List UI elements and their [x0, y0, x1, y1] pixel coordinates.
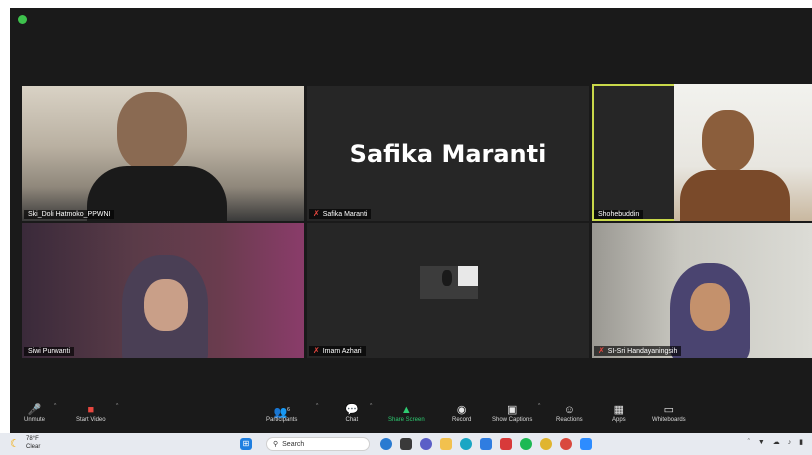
mic-muted-icon: ✗ [598, 346, 605, 355]
show-captions-button[interactable]: ▣ Show Captions [492, 404, 532, 423]
record-button[interactable]: ◉ Record [452, 404, 471, 423]
participant-nameplate: Ski_Doli Hatmoko_PPWNI [24, 210, 115, 219]
reactions-label: Reactions [556, 417, 583, 423]
chat-label: Chat [345, 417, 359, 423]
participant-nameplate: ✗ Safika Maranti [309, 209, 372, 219]
moon-weather-icon: ☾ [10, 438, 20, 450]
chat-button[interactable]: 💬 Chat [345, 404, 359, 423]
share-screen-icon: ▲ [400, 404, 412, 416]
participant-name: SI-Sri Handayaningsih [607, 347, 678, 355]
apps-icon: ▦ [613, 404, 625, 416]
chrome-profile-icon[interactable] [560, 438, 572, 450]
participant-name: Imam Azhari [322, 347, 362, 355]
whiteboards-label: Whiteboards [652, 417, 686, 423]
temperature-text: 78°F [26, 436, 39, 442]
weather-text: Clear [26, 444, 41, 450]
store-icon[interactable] [480, 438, 492, 450]
participant-figure [117, 92, 187, 172]
participant-face [690, 283, 730, 331]
participant-figure [702, 110, 754, 172]
video-off-icon: ■ [87, 404, 95, 416]
participant-name: Ski_Doli Hatmoko_PPWNI [28, 211, 111, 218]
share-screen-button[interactable]: ▲ Share Screen [388, 404, 425, 423]
participant-video-thumbnail [420, 266, 478, 299]
security-shield-icon[interactable] [18, 15, 27, 24]
spotify-icon[interactable] [520, 438, 532, 450]
meeting-toolbar: 🎤 Unmute ˆ ■ Start Video ˆ 👥6 Participan… [10, 401, 812, 433]
participant-name: Shohebuddin [598, 211, 640, 218]
captions-options-chevron-icon[interactable]: ˆ [538, 404, 540, 411]
edge-icon[interactable] [460, 438, 472, 450]
participants-options-chevron-icon[interactable]: ˆ [316, 404, 318, 411]
video-tile-2[interactable]: Safika Maranti ✗ Safika Maranti [307, 86, 589, 221]
captions-icon: ▣ [506, 404, 518, 416]
mic-muted-icon: ✗ [313, 209, 320, 218]
whiteboards-button[interactable]: ▭ Whiteboards [652, 404, 686, 423]
mcafee-icon[interactable] [500, 438, 512, 450]
chat-icon: 💬 [345, 404, 359, 416]
participant-name: Siwi Purwanti [28, 348, 71, 355]
apps-label: Apps [612, 417, 626, 423]
participant-shirt [680, 170, 790, 221]
start-video-button[interactable]: ■ Start Video [76, 404, 106, 423]
windows-start-icon[interactable]: ⊞ [240, 438, 252, 450]
share-screen-label: Share Screen [388, 417, 425, 423]
participant-face [144, 279, 188, 331]
participants-button[interactable]: 👥6 Participants [266, 404, 297, 423]
mic-muted-icon: ✗ [313, 346, 320, 355]
zoom-meeting-window: Ski_Doli Hatmoko_PPWNI Safika Maranti ✗ … [10, 8, 812, 433]
start-video-label: Start Video [76, 417, 106, 423]
participant-name: Safika Maranti [322, 210, 368, 218]
video-tile-3-active-speaker[interactable]: Shohebuddin [592, 84, 812, 221]
record-icon: ◉ [456, 404, 467, 416]
chrome-icon[interactable] [540, 438, 552, 450]
teams-chat-icon[interactable] [420, 438, 432, 450]
audio-options-chevron-icon[interactable]: ˆ [54, 404, 56, 411]
show-captions-label: Show Captions [492, 417, 533, 423]
reactions-button[interactable]: ☺ Reactions [556, 404, 583, 423]
microphone-muted-icon: 🎤 [27, 404, 42, 416]
video-tile-5[interactable]: ✗ Imam Azhari [307, 223, 589, 358]
whiteboard-icon: ▭ [663, 404, 675, 416]
reactions-icon: ☺ [563, 404, 575, 416]
search-icon: ⚲ [273, 441, 279, 448]
video-tile-4[interactable]: Siwi Purwanti [22, 223, 304, 358]
zoom-icon[interactable] [580, 438, 592, 450]
participants-label: Participants [266, 417, 298, 423]
windows-taskbar: ☾ 78°F Clear ⊞ ⚲ Search ˆ ▼ ☁ ♪ ▮ [0, 433, 812, 455]
participant-nameplate: Shohebuddin [594, 210, 644, 219]
participants-icon: 👥6 [273, 406, 290, 419]
participant-nameplate: ✗ SI-Sri Handayaningsih [594, 346, 682, 356]
record-label: Record [452, 417, 472, 423]
video-options-chevron-icon[interactable]: ˆ [116, 404, 118, 411]
participants-count: 6 [287, 407, 290, 413]
chat-options-chevron-icon[interactable]: ˆ [370, 404, 372, 411]
video-tile-1[interactable]: Ski_Doli Hatmoko_PPWNI [22, 86, 304, 221]
weather-widget[interactable]: 78°F Clear [26, 435, 40, 451]
search-input[interactable]: ⚲ Search [266, 437, 370, 451]
participant-nameplate: Siwi Purwanti [24, 347, 75, 356]
apps-button[interactable]: ▦ Apps [612, 404, 626, 423]
unmute-button[interactable]: 🎤 Unmute [24, 404, 45, 423]
video-tile-6[interactable]: ✗ SI-Sri Handayaningsih [592, 223, 812, 358]
participant-display-name: Safika Maranti [349, 139, 547, 168]
system-tray[interactable]: ˆ ▼ ☁ ♪ ▮ [748, 438, 806, 446]
task-view-icon[interactable] [400, 438, 412, 450]
participant-nameplate: ✗ Imam Azhari [309, 346, 366, 356]
search-placeholder: Search [282, 440, 305, 448]
unmute-label: Unmute [24, 417, 46, 423]
file-explorer-icon[interactable] [440, 438, 452, 450]
copilot-icon[interactable] [380, 438, 392, 450]
